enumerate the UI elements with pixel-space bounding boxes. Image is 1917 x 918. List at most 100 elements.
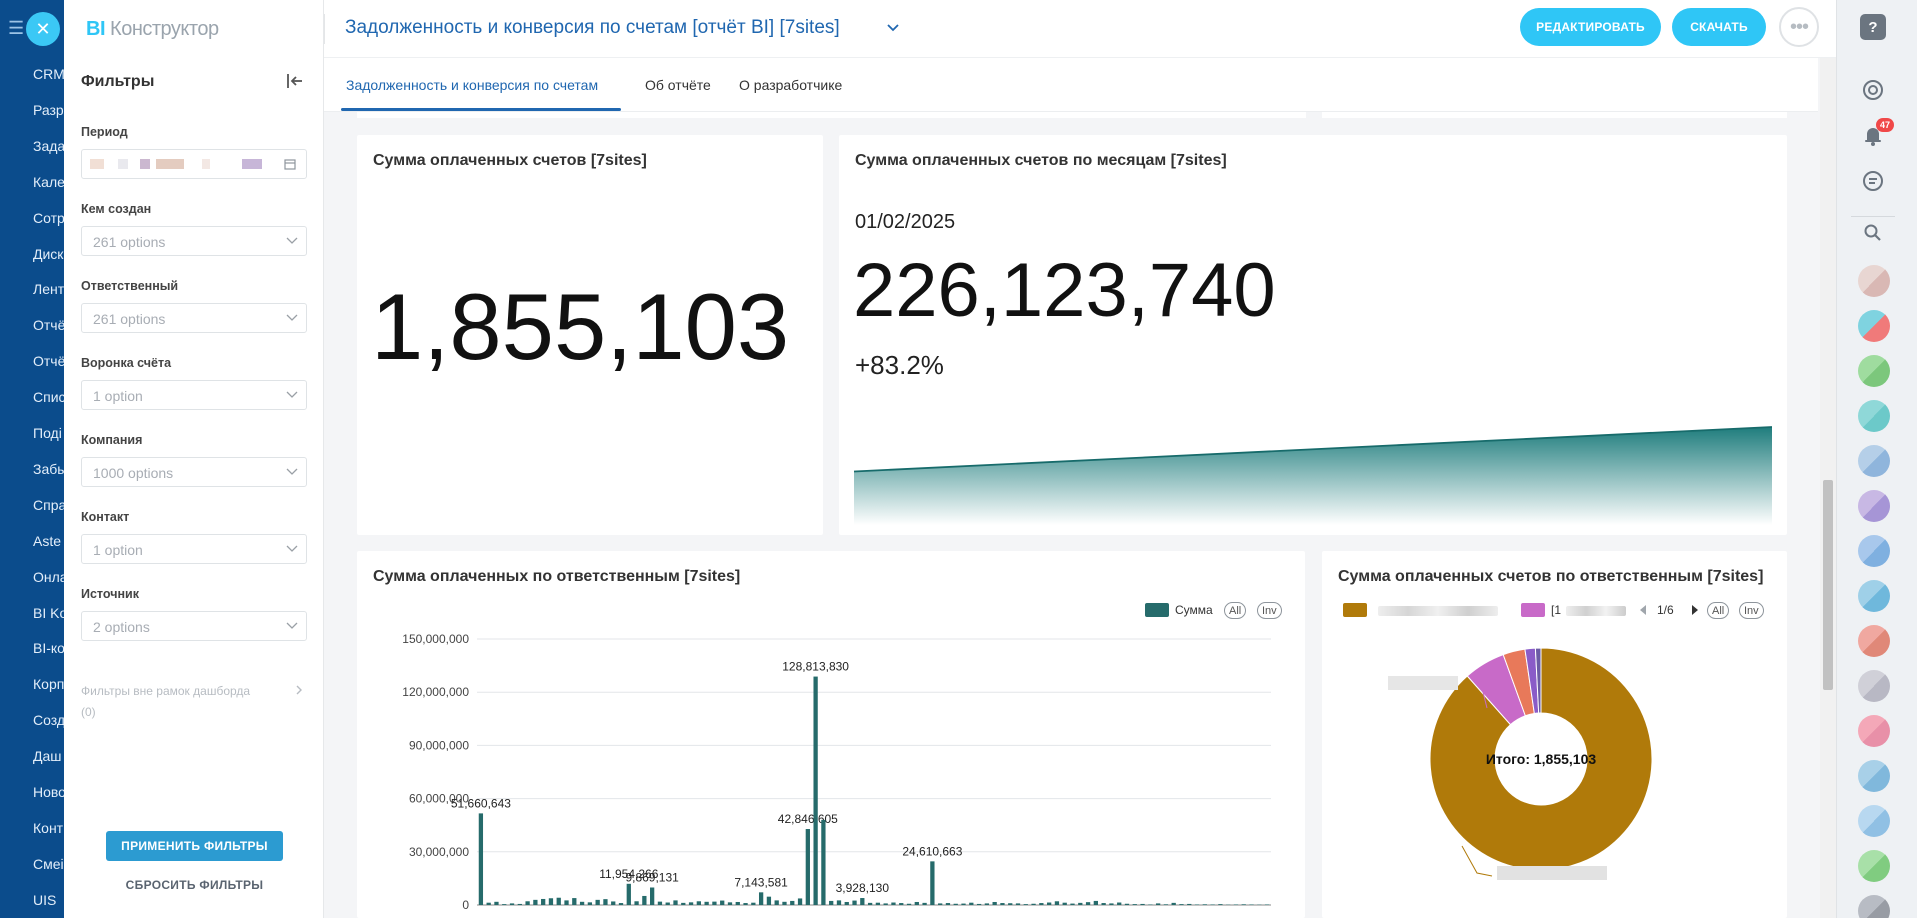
nav-item[interactable]: UIS: [33, 892, 56, 908]
bar: [867, 902, 873, 905]
bar: [797, 898, 803, 905]
menu-icon[interactable]: ☰: [8, 18, 24, 39]
filter-select[interactable]: 2 options: [81, 611, 307, 641]
user-avatar[interactable]: [1858, 355, 1890, 387]
filter-label: Период: [81, 125, 128, 139]
nav-item[interactable]: Сотр: [33, 210, 64, 226]
user-avatar[interactable]: [1858, 625, 1890, 657]
legend-all-button[interactable]: All: [1707, 602, 1730, 619]
calendar-icon[interactable]: [284, 158, 296, 170]
bar-data-label: 42,846,605: [778, 812, 838, 826]
filter-select[interactable]: 1 option: [81, 380, 307, 410]
bar: [813, 676, 818, 905]
nav-item[interactable]: Конт: [33, 820, 63, 836]
nav-item[interactable]: Забы: [33, 461, 64, 477]
user-avatar[interactable]: [1858, 850, 1890, 882]
help-icon[interactable]: ?: [1858, 12, 1888, 42]
bar: [984, 903, 990, 905]
bar: [587, 902, 593, 905]
search-icon[interactable]: [1858, 218, 1888, 248]
filter-panel: BI Конструктор Фильтры Период Кем создан 2…: [64, 0, 324, 918]
chat-icon[interactable]: [1858, 166, 1888, 196]
nav-item[interactable]: Зада: [33, 138, 64, 154]
chevron-down-icon: [286, 391, 298, 398]
nav-item[interactable]: CRM: [33, 66, 64, 82]
bar: [1124, 903, 1130, 905]
nav-item[interactable]: BI Ko: [33, 605, 64, 621]
report-title[interactable]: Задолженность и конверсия по счетам [отч…: [345, 17, 840, 39]
legend-prev-icon[interactable]: [1638, 604, 1648, 616]
nav-item[interactable]: Aste: [33, 533, 61, 549]
close-icon[interactable]: ✕: [26, 12, 60, 46]
nav-item[interactable]: Онла: [33, 569, 64, 585]
reset-filters-button[interactable]: СБРОСИТЬ ФИЛЬТРЫ: [106, 878, 283, 892]
monthly-delta: +83.2%: [855, 350, 944, 380]
tab-about-developer[interactable]: О разработчике: [739, 77, 842, 93]
nav-item[interactable]: Поді: [33, 425, 62, 441]
legend-inv-button[interactable]: Inv: [1739, 602, 1764, 619]
nav-item[interactable]: Ново: [33, 784, 64, 800]
more-options-button[interactable]: •••: [1779, 7, 1819, 47]
filter-select[interactable]: 1000 options: [81, 457, 307, 487]
user-avatar[interactable]: [1858, 670, 1890, 702]
apply-filters-button[interactable]: ПРИМЕНИТЬ ФИЛЬТРЫ: [106, 831, 283, 861]
period-field[interactable]: [81, 149, 307, 179]
y-tick-label: 120,000,000: [402, 685, 469, 699]
nav-item[interactable]: Корп: [33, 676, 64, 692]
legend-swatch[interactable]: [1343, 603, 1367, 617]
legend-label-redacted: [1378, 606, 1498, 616]
nav-item[interactable]: BI-ко: [33, 640, 64, 656]
filter-select[interactable]: 261 options: [81, 303, 307, 333]
user-avatar[interactable]: [1858, 760, 1890, 792]
select-value: 1000 options: [93, 465, 174, 481]
outside-filters-link[interactable]: Фильтры вне рамок дашборда (0): [81, 681, 281, 723]
filter-label: Контакт: [81, 510, 130, 524]
user-avatar[interactable]: [1858, 805, 1890, 837]
bar: [1023, 904, 1028, 905]
bar: [1171, 902, 1176, 905]
nav-item[interactable]: Диск: [33, 246, 63, 262]
chevron-down-icon[interactable]: [886, 22, 900, 34]
card-total-paid: Сумма оплаченных счетов [7sites] 1,855,1…: [357, 135, 823, 535]
bar: [1015, 903, 1021, 905]
nav-item[interactable]: Отчё: [33, 317, 64, 333]
legend-next-icon[interactable]: [1690, 604, 1700, 616]
bar: [1233, 904, 1239, 905]
bar: [509, 903, 515, 905]
nav-item[interactable]: Спис: [33, 389, 64, 405]
header-divider: [324, 14, 325, 44]
tab-about-report[interactable]: Об отчёте: [645, 77, 711, 93]
user-avatar[interactable]: [1858, 715, 1890, 747]
bar: [533, 899, 538, 905]
nav-item[interactable]: Смеі: [33, 856, 64, 872]
nav-item[interactable]: Лент: [33, 281, 64, 297]
activity-icon[interactable]: [1858, 75, 1888, 105]
user-avatar[interactable]: [1858, 400, 1890, 432]
filter-select[interactable]: 1 option: [81, 534, 307, 564]
edit-button[interactable]: РЕДАКТИРОВАТЬ: [1520, 8, 1661, 46]
period-value-redacted: [90, 159, 104, 169]
nav-item[interactable]: Отчё: [33, 353, 64, 369]
nav-item[interactable]: Разр: [33, 102, 64, 118]
bar: [1163, 904, 1169, 905]
bar: [712, 901, 717, 905]
nav-item[interactable]: Созд: [33, 712, 64, 728]
bar: [1062, 902, 1067, 905]
user-avatar[interactable]: [1858, 310, 1890, 342]
nav-item[interactable]: Кале: [33, 174, 64, 190]
nav-item[interactable]: Даш: [33, 748, 62, 764]
download-button[interactable]: СКАЧАТЬ: [1672, 8, 1766, 46]
user-avatar[interactable]: [1858, 265, 1890, 297]
collapse-panel-icon[interactable]: [284, 71, 304, 91]
bar: [743, 903, 748, 905]
user-avatar[interactable]: [1858, 895, 1890, 918]
scrollbar-thumb[interactable]: [1823, 480, 1833, 690]
tab-debt-conversion[interactable]: Задолженность и конверсия по счетам: [346, 77, 598, 93]
filter-select[interactable]: 261 options: [81, 226, 307, 256]
nav-item[interactable]: Спра: [33, 497, 64, 513]
user-avatar[interactable]: [1858, 490, 1890, 522]
user-avatar[interactable]: [1858, 535, 1890, 567]
user-avatar[interactable]: [1858, 445, 1890, 477]
user-avatar[interactable]: [1858, 580, 1890, 612]
legend-swatch[interactable]: [1521, 603, 1545, 617]
